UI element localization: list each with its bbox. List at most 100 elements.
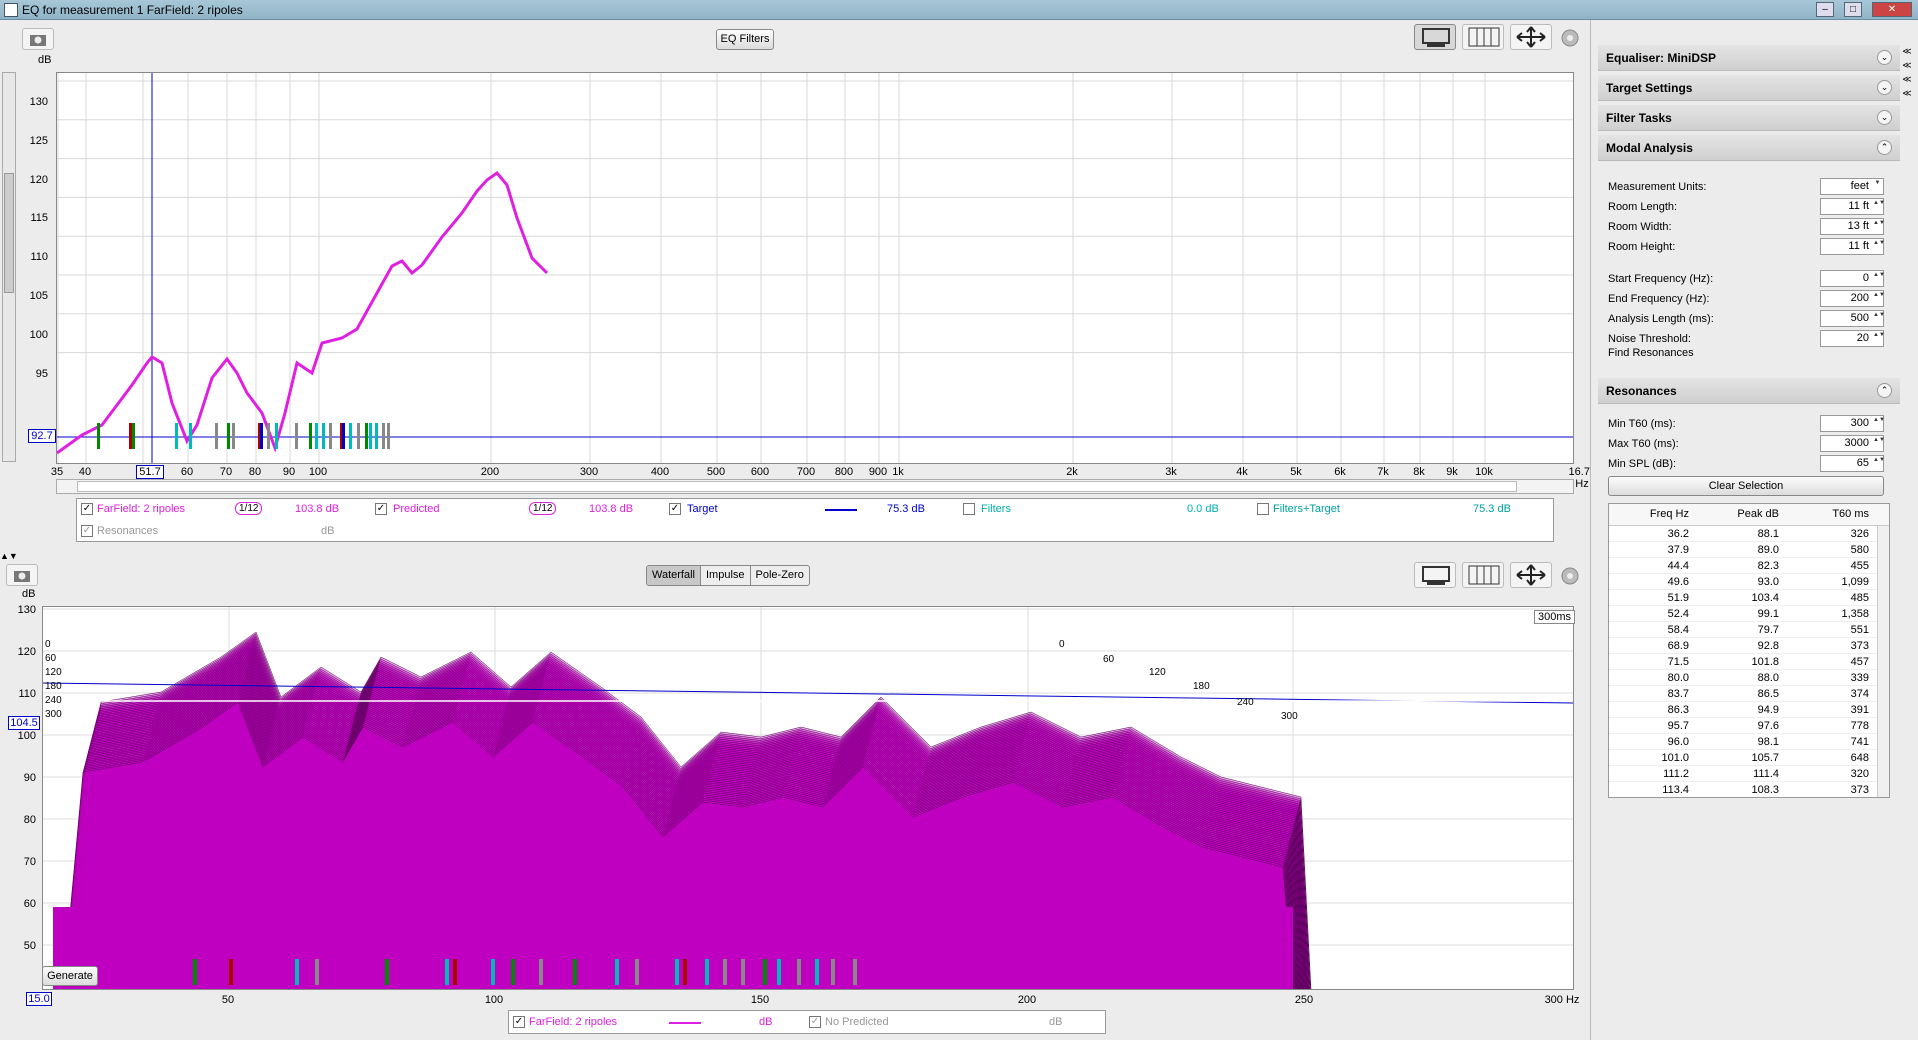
predicted-smoothing-badge[interactable]: 1/12 — [529, 502, 557, 515]
field-input[interactable]: feet ▼ — [1820, 178, 1884, 195]
tab-pole-zero[interactable]: Pole-Zero — [751, 566, 809, 585]
graph-layout-icon[interactable] — [1414, 562, 1456, 588]
tab-waterfall[interactable]: Waterfall — [647, 566, 701, 585]
cursor-frequency-marker[interactable]: 51.7 — [136, 465, 164, 479]
table-row[interactable]: 49.6 93.0 1,099 — [1609, 574, 1889, 590]
sidebar-collapse-icon[interactable]: ≪ ≪ ≪ ≪ — [1900, 44, 1914, 104]
table-row[interactable]: 68.9 92.8 373 — [1609, 638, 1889, 654]
farfield-checkbox[interactable]: ✓ — [513, 1016, 525, 1028]
spinner-arrows-icon[interactable]: ▲▼ — [1873, 417, 1885, 430]
section-equaliser[interactable]: Equaliser: MiniDSP ⌄ — [1598, 45, 1900, 71]
field-input[interactable]: 11 ft ▲▼ — [1820, 198, 1885, 215]
section-filter-tasks[interactable]: Filter Tasks ⌄ — [1598, 105, 1900, 131]
table-row[interactable]: 80.0 88.0 339 — [1609, 670, 1889, 686]
target-checkbox[interactable]: ✓ — [669, 503, 681, 515]
resonances-checkbox[interactable]: ✓ — [81, 525, 93, 537]
spinner-arrows-icon[interactable]: ▲▼ — [1873, 312, 1885, 325]
collapse-arrows-icon[interactable]: ▲▼ — [0, 552, 24, 561]
spinner-arrows-icon[interactable]: ▲▼ — [1873, 332, 1885, 345]
dropdown-arrow-icon[interactable]: ▼ — [1873, 180, 1882, 193]
time-tick-label-left: 300 — [45, 709, 62, 720]
smoothing-badge[interactable]: 1/12 — [235, 502, 263, 515]
split-layout-icon[interactable] — [1462, 24, 1504, 50]
table-row[interactable]: 44.4 82.3 455 — [1609, 558, 1889, 574]
spinner-arrows-icon[interactable]: ▲▼ — [1873, 240, 1885, 253]
waterfall-chart[interactable]: 0 60 120 180 240 300 0 60 120 180 240 300 — [42, 606, 1574, 990]
table-row[interactable]: 101.0 105.7 648 — [1609, 750, 1889, 766]
field-input[interactable]: 13 ft ▲▼ — [1820, 218, 1885, 235]
maximize-button[interactable]: □ — [1844, 2, 1862, 17]
spinner-arrows-icon[interactable]: ▲▼ — [1873, 457, 1885, 470]
field-input[interactable]: 0 ▲▼ — [1820, 270, 1885, 287]
table-scrollbar[interactable] — [1877, 526, 1889, 797]
table-row[interactable]: 58.4 79.7 551 — [1609, 622, 1889, 638]
table-row[interactable]: 36.2 88.1 326 — [1609, 526, 1889, 542]
fit-axes-icon[interactable] — [1510, 24, 1552, 50]
expand-icon[interactable]: ⌄ — [1877, 110, 1892, 125]
spinner-arrows-icon[interactable]: ▲▼ — [1873, 292, 1885, 305]
start-frequency-marker[interactable]: 15.0 — [26, 992, 52, 1006]
clear-selection-button[interactable]: Clear Selection — [1608, 476, 1884, 496]
field-input[interactable]: 500 ▲▼ — [1820, 310, 1885, 327]
settings-gear-icon[interactable] — [1560, 566, 1580, 586]
generate-button[interactable]: Generate — [42, 966, 98, 986]
find-resonances-link[interactable]: Find Resonances — [1608, 347, 1694, 359]
table-row[interactable]: 111.2 111.4 320 — [1609, 766, 1889, 782]
table-row[interactable]: 83.7 86.5 374 — [1609, 686, 1889, 702]
table-cell: 37.9 — [1667, 544, 1689, 556]
camera-icon[interactable] — [6, 564, 38, 586]
field-input[interactable]: 11 ft ▲▼ — [1820, 238, 1885, 255]
eq-response-chart[interactable] — [56, 72, 1574, 464]
filters-target-checkbox[interactable] — [1257, 503, 1269, 515]
vertical-scrollbar[interactable] — [2, 72, 16, 462]
minimize-button[interactable]: – — [1816, 2, 1834, 17]
table-row[interactable]: 113.4 108.3 373 — [1609, 782, 1889, 797]
camera-icon[interactable] — [22, 28, 54, 50]
spinner-arrows-icon[interactable]: ▲▼ — [1873, 220, 1885, 233]
field-input[interactable]: 20 ▲▼ — [1820, 330, 1885, 347]
table-row[interactable]: 86.3 94.9 391 — [1609, 702, 1889, 718]
table-row[interactable]: 37.9 89.0 580 — [1609, 542, 1889, 558]
section-target-settings[interactable]: Target Settings ⌄ — [1598, 75, 1900, 101]
table-row[interactable]: 52.4 99.1 1,358 — [1609, 606, 1889, 622]
eq-filters-button[interactable]: EQ Filters — [716, 29, 774, 50]
field-input[interactable]: 200 ▲▼ — [1820, 290, 1885, 307]
table-row[interactable]: 51.9 103.4 485 — [1609, 590, 1889, 606]
target-level-marker[interactable]: 104.5 — [8, 716, 40, 730]
expand-icon[interactable]: ⌄ — [1877, 50, 1892, 65]
field-input[interactable]: 300 ▲▼ — [1820, 415, 1885, 432]
table-cell: 82.3 — [1757, 560, 1779, 572]
close-button[interactable]: ✕ — [1872, 2, 1912, 17]
fit-axes-icon[interactable] — [1510, 562, 1552, 588]
split-layout-icon[interactable] — [1462, 562, 1504, 588]
field-label: Analysis Length (ms): — [1608, 313, 1714, 325]
spinner-arrows-icon[interactable]: ▲▼ — [1873, 200, 1885, 213]
table-row[interactable]: 71.5 101.8 457 — [1609, 654, 1889, 670]
scrollbar-thumb[interactable] — [4, 173, 14, 293]
field-value: feet — [1850, 180, 1869, 192]
filters-checkbox[interactable] — [963, 503, 975, 515]
field-input[interactable]: 65 ▲▼ — [1820, 455, 1885, 472]
col-t60[interactable]: T60 ms — [1789, 508, 1869, 520]
predicted-checkbox[interactable]: ✓ — [375, 503, 387, 515]
table-row[interactable]: 95.7 97.6 778 — [1609, 718, 1889, 734]
collapse-icon[interactable]: ⌃ — [1877, 140, 1892, 155]
no-predicted-checkbox[interactable]: ✓ — [809, 1016, 821, 1028]
spinner-arrows-icon[interactable]: ▲▼ — [1873, 437, 1885, 450]
collapse-icon[interactable]: ⌃ — [1877, 383, 1892, 398]
target-level-marker[interactable]: 92.7 — [28, 429, 56, 443]
graph-layout-icon[interactable] — [1414, 24, 1456, 50]
field-input[interactable]: 3000 ▲▼ — [1820, 435, 1885, 452]
spinner-arrows-icon[interactable]: ▲▼ — [1873, 272, 1885, 285]
col-peak[interactable]: Peak dB — [1699, 508, 1779, 520]
table-row[interactable]: 96.0 98.1 741 — [1609, 734, 1889, 750]
expand-icon[interactable]: ⌄ — [1877, 80, 1892, 95]
col-freq[interactable]: Freq Hz — [1609, 508, 1689, 520]
horizontal-scrollbar[interactable] — [56, 479, 1574, 494]
settings-gear-icon[interactable] — [1560, 28, 1580, 48]
tab-impulse[interactable]: Impulse — [701, 566, 751, 585]
scrollbar-thumb[interactable] — [77, 481, 1517, 492]
section-resonances[interactable]: Resonances ⌃ — [1598, 378, 1900, 404]
section-modal-analysis[interactable]: Modal Analysis ⌃ — [1598, 135, 1900, 161]
farfield-checkbox[interactable]: ✓ — [81, 503, 93, 515]
